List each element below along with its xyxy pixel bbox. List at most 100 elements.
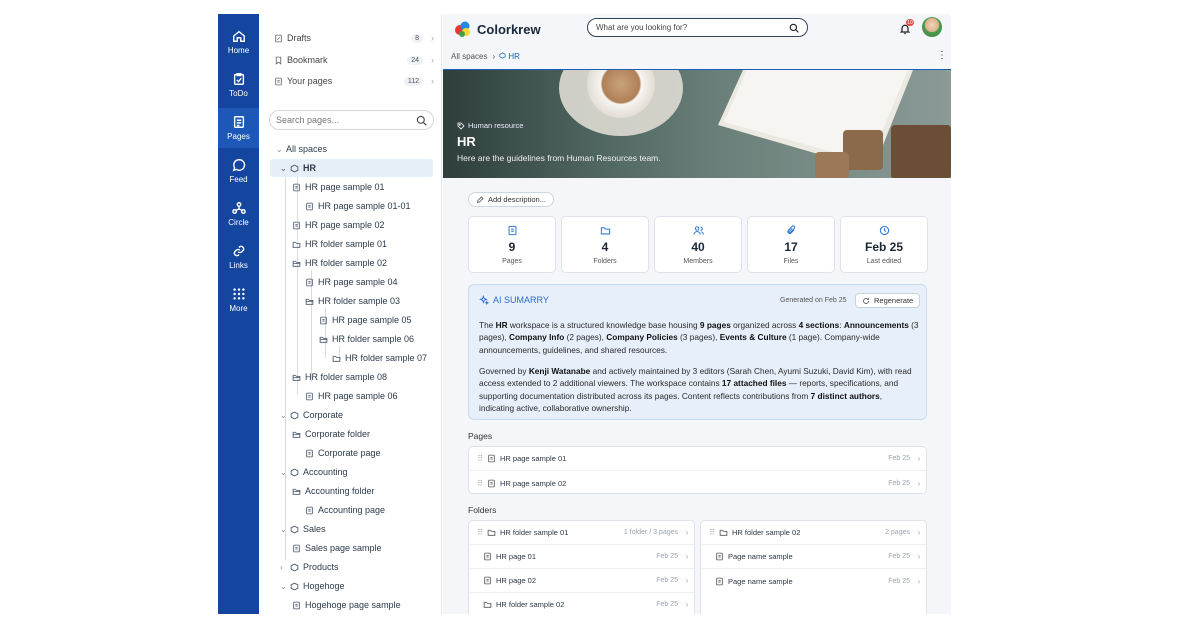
page-icon: [293, 601, 300, 609]
search-icon[interactable]: [789, 23, 799, 33]
tree-label: HR folder sample 06: [332, 334, 415, 344]
tree-page[interactable]: HR page sample 01: [292, 178, 385, 196]
breadcrumb-current-label: HR: [508, 52, 520, 61]
list-item[interactable]: ⠿ HR page sample 02 Feb 25 ›: [469, 471, 926, 493]
item-date: Feb 25: [888, 553, 910, 560]
breadcrumb-root[interactable]: All spaces: [451, 52, 487, 61]
drag-handle-icon[interactable]: ⠿: [705, 528, 719, 537]
rail-label: Pages: [227, 132, 250, 141]
tree-page[interactable]: Corporate page: [305, 444, 381, 462]
tree-space-sales[interactable]: ⌄ Sales: [280, 520, 326, 538]
tree-folder[interactable]: HR folder sample 07: [332, 349, 427, 367]
tree-page[interactable]: HR page sample 01-01: [305, 197, 411, 215]
chevron-down-icon: ⌄: [280, 410, 287, 420]
brand-logo[interactable]: Colorkrew: [453, 19, 541, 39]
tree-page[interactable]: HR page sample 05: [319, 311, 412, 329]
chevron-right-icon: ›: [685, 576, 689, 585]
tree-folder[interactable]: Accounting folder: [292, 482, 375, 500]
notification-badge: 10: [906, 19, 914, 26]
more-options-button[interactable]: ⋮: [937, 50, 947, 61]
tree-all-spaces[interactable]: ⌄ All spaces: [276, 140, 327, 158]
tree-page[interactable]: HR page sample 06: [305, 387, 398, 405]
stat-card-files[interactable]: 17 Files: [747, 216, 835, 273]
stat-card-last-edited[interactable]: Feb 25 Last edited: [840, 216, 928, 273]
tree-folder[interactable]: HR folder sample 08: [292, 368, 387, 386]
sidebar-search-input[interactable]: Search pages...: [269, 110, 434, 130]
tree-space-products[interactable]: › Products: [280, 558, 339, 576]
breadcrumb-current[interactable]: HR: [499, 52, 520, 61]
tree-folder[interactable]: HR folder sample 01: [292, 235, 387, 253]
tree-page[interactable]: HR page sample 04: [305, 273, 398, 291]
tree-folder[interactable]: HR folder sample 06: [319, 330, 414, 348]
folder-icon: [719, 529, 728, 536]
tree-folder[interactable]: HR folder sample 03: [305, 292, 400, 310]
list-item[interactable]: HR folder sample 02 Feb 25 ›: [469, 593, 694, 614]
page-icon: [320, 316, 327, 324]
tree-space-hogehoge[interactable]: ⌄ Hogehoge: [280, 577, 345, 595]
count-badge: 24: [407, 55, 423, 65]
sidebar-drafts[interactable]: Drafts 8 ›: [274, 29, 434, 47]
tree-folder[interactable]: Corporate folder: [292, 425, 370, 443]
stat-card-pages[interactable]: 9 Pages: [468, 216, 556, 273]
list-item[interactable]: Page name sample Feb 25 ›: [701, 545, 926, 569]
item-date: Feb 25: [656, 601, 678, 608]
page-title: HR: [457, 134, 476, 149]
chevron-down-icon: ⌄: [280, 467, 287, 477]
global-search-input[interactable]: What are you looking for?: [587, 18, 808, 37]
stat-card-members[interactable]: 40 Members: [654, 216, 742, 273]
tree-space-accounting[interactable]: ⌄ Accounting: [280, 463, 348, 481]
page-icon: [508, 225, 516, 235]
list-item[interactable]: ⠿ HR page sample 01 Feb 25 ›: [469, 447, 926, 471]
tree-label: HR folder sample 08: [305, 372, 388, 382]
list-item[interactable]: Page name sample Feb 25 ›: [701, 569, 926, 593]
tree-page[interactable]: HR page sample 02: [292, 216, 385, 234]
list-item[interactable]: HR page 01 Feb 25 ›: [469, 545, 694, 569]
stat-label: Pages: [502, 257, 522, 265]
item-name: Page name sample: [728, 552, 793, 561]
drag-handle-icon[interactable]: ⠿: [473, 479, 487, 488]
search-icon[interactable]: [416, 115, 427, 126]
circle-network-icon: [231, 202, 246, 214]
regenerate-button[interactable]: Regenerate: [855, 293, 921, 308]
folder-open-icon: [292, 374, 301, 381]
rail-label: Links: [229, 261, 248, 270]
space-icon: [290, 563, 299, 571]
sidebar-bookmark[interactable]: Bookmark 24 ›: [274, 51, 434, 69]
folder-header-row[interactable]: ⠿ HR folder sample 01 1 folder / 3 pages…: [469, 521, 694, 545]
user-avatar[interactable]: [922, 17, 942, 37]
tree-label: HR page sample 06: [318, 391, 398, 401]
folder-header-row[interactable]: ⠿ HR folder sample 02 2 pages ›: [701, 521, 926, 545]
drag-handle-icon[interactable]: ⠿: [473, 454, 487, 463]
drag-handle-icon[interactable]: ⠿: [473, 528, 487, 537]
rail-home[interactable]: Home: [218, 22, 259, 62]
page-icon: [306, 506, 313, 514]
tree-page[interactable]: Accounting page: [305, 501, 385, 519]
count-badge: 112: [403, 76, 423, 86]
space-hero-banner: Human resource HR Here are the guideline…: [443, 69, 951, 178]
tree-page[interactable]: Sales page sample: [292, 539, 382, 557]
rail-links[interactable]: Links: [218, 237, 259, 277]
rail-feed[interactable]: Feed: [218, 151, 259, 191]
tree-folder[interactable]: HR folder sample 02: [292, 254, 387, 272]
tree-label: Corporate folder: [305, 429, 371, 439]
ai-summary-paragraph-2: Governed by Kenji Watanabe and actively …: [479, 366, 912, 413]
rail-pages[interactable]: Pages: [218, 108, 259, 148]
sidebar-your-pages[interactable]: Your pages 112 ›: [274, 72, 434, 90]
stat-card-folders[interactable]: 4 Folders: [561, 216, 649, 273]
space-icon: [290, 164, 299, 172]
list-item[interactable]: HR page 02 Feb 25 ›: [469, 569, 694, 593]
hero-tag-label: Human resource: [468, 121, 524, 130]
rail-todo[interactable]: ToDo: [218, 65, 259, 105]
bookmark-icon: [275, 56, 282, 65]
tree-page[interactable]: Hogehoge page sample: [292, 596, 401, 614]
rail-more[interactable]: More: [218, 280, 259, 320]
add-description-button[interactable]: Add description...: [468, 192, 554, 207]
regenerate-label: Regenerate: [874, 296, 914, 305]
notification-button[interactable]: 10: [899, 19, 914, 35]
ai-summary-panel: AI SUMARRY Generated on Feb 25 Regenerat…: [468, 284, 927, 420]
item-name: HR page 02: [496, 576, 537, 585]
chevron-right-icon: ›: [917, 478, 921, 488]
rail-circle[interactable]: Circle: [218, 194, 259, 234]
tree-space-hr[interactable]: ⌄ HR: [270, 159, 433, 177]
tree-space-corporate[interactable]: ⌄ Corporate: [280, 406, 343, 424]
